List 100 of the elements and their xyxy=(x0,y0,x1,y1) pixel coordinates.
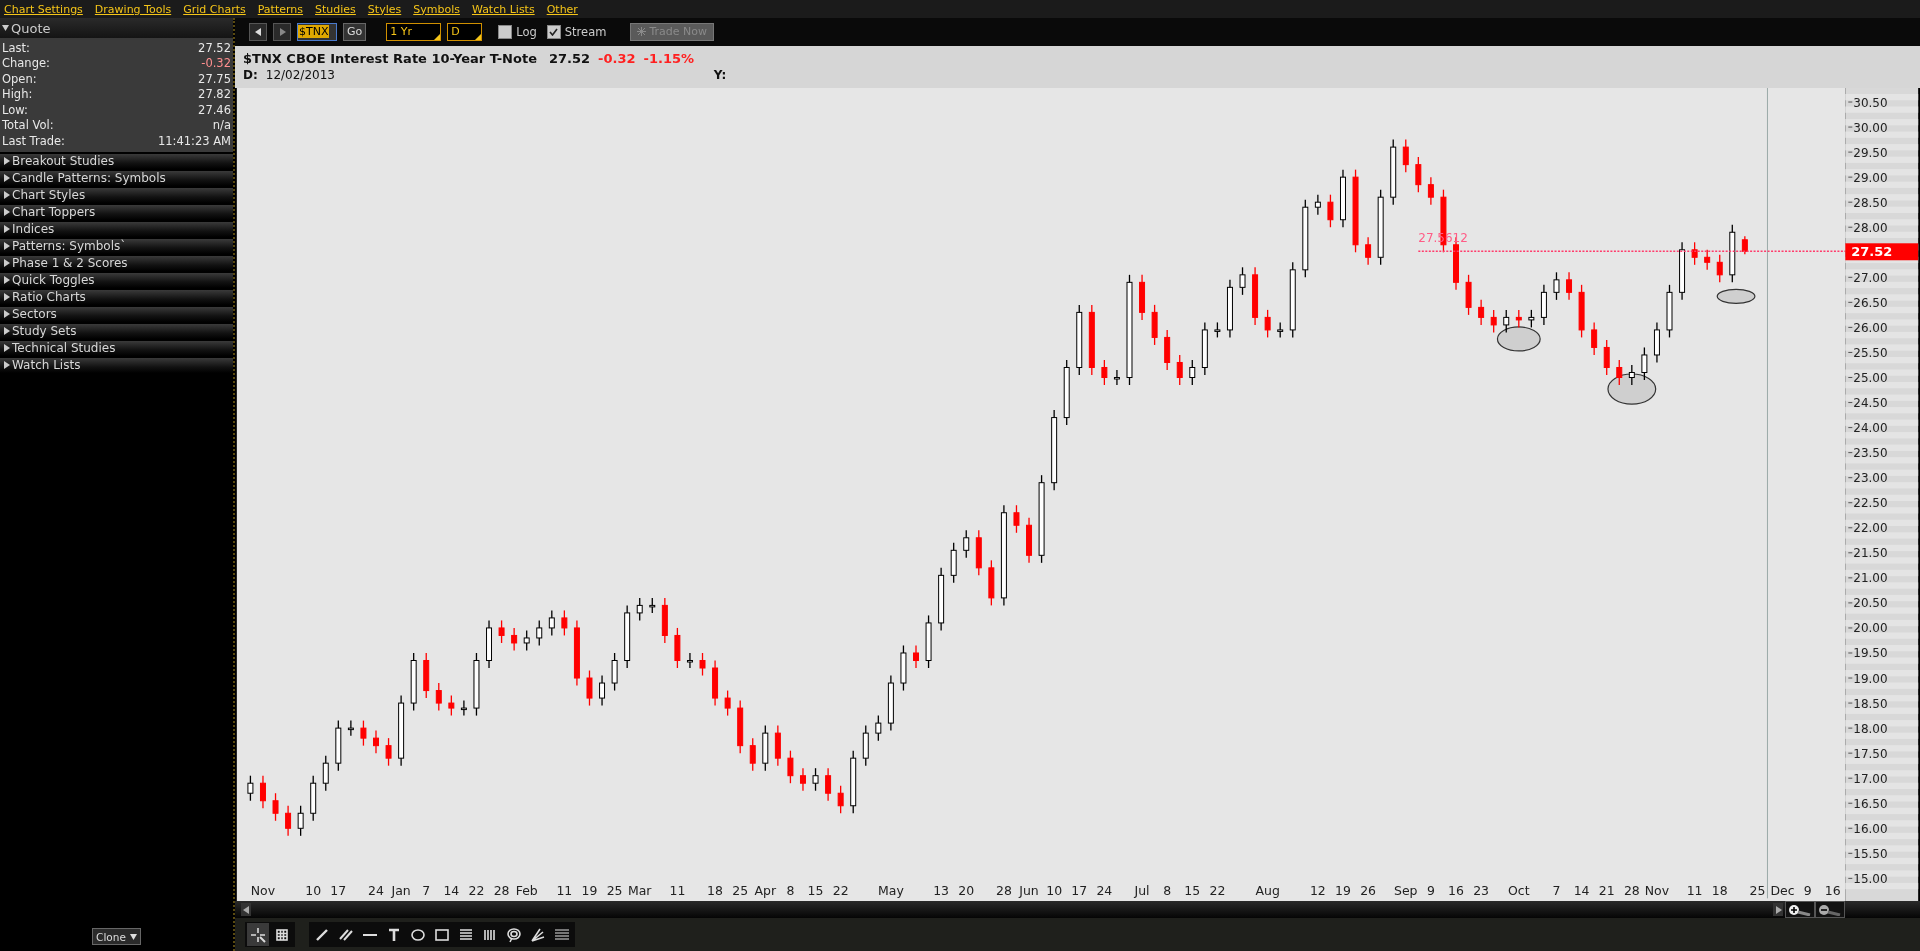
candlestick xyxy=(1226,279,1233,338)
zoom-in-button[interactable] xyxy=(1785,901,1815,919)
zoom-out-icon xyxy=(1818,903,1842,916)
checkbox-label: Stream xyxy=(564,24,607,39)
back-button[interactable] xyxy=(249,22,267,41)
candlestick xyxy=(599,674,606,707)
zoom-in-icon xyxy=(1788,903,1812,916)
sidebar-section[interactable]: Candle Patterns: Symbols xyxy=(0,170,233,186)
y-axis-label: 25.00 xyxy=(1853,370,1888,385)
disclosure-triangle-icon xyxy=(3,293,10,301)
quote-value: 27.46 xyxy=(198,102,231,117)
candlestick xyxy=(247,774,254,802)
price-tag: 27.52 xyxy=(1845,243,1919,261)
quote-panel-header[interactable]: Quote xyxy=(0,18,233,38)
x-axis-label: 24 xyxy=(1096,883,1113,899)
candlestick xyxy=(1616,359,1623,386)
candlestick xyxy=(1503,309,1510,333)
quote-value: -0.32 xyxy=(201,56,231,71)
interval-dropdown[interactable]: D xyxy=(447,22,483,41)
date-value: 12/02/2013 xyxy=(265,68,336,83)
candlestick xyxy=(1314,193,1321,216)
x-axis-label: 20 xyxy=(958,883,975,899)
x-axis-label: 25 xyxy=(1749,883,1766,899)
candlestick xyxy=(699,652,706,676)
forward-button[interactable] xyxy=(273,22,291,41)
tool-button[interactable] xyxy=(247,923,269,946)
x-axis-label: May xyxy=(878,883,904,899)
candlestick xyxy=(1716,254,1723,283)
x-axis-label: 13 xyxy=(933,883,950,899)
candlestick xyxy=(1653,321,1660,363)
stream-checkbox[interactable] xyxy=(546,24,561,39)
y-axis-label: 22.50 xyxy=(1853,496,1888,511)
sidebar-section[interactable]: Chart Toppers xyxy=(0,204,233,220)
right-triangle-icon xyxy=(278,27,286,36)
menu-item[interactable]: Chart Settings xyxy=(4,2,83,16)
y-axis-label: 18.50 xyxy=(1853,696,1888,711)
candlestick xyxy=(1013,504,1020,534)
candlestick xyxy=(473,652,480,717)
candlestick xyxy=(536,619,543,646)
y-axis-label: 18.00 xyxy=(1853,721,1888,736)
go-button[interactable]: Go xyxy=(343,22,367,41)
candlestick xyxy=(260,774,266,809)
candlestick xyxy=(335,719,342,772)
candlestick xyxy=(1164,329,1171,371)
period-dropdown[interactable]: 1 Yr xyxy=(386,22,442,41)
candlestick xyxy=(1076,304,1083,376)
x-axis-label: Feb xyxy=(515,883,538,899)
sidebar-section[interactable]: Technical Studies xyxy=(0,340,233,356)
x-axis-label: 17 xyxy=(330,883,347,899)
disclosure-triangle-icon xyxy=(3,208,10,216)
candlestick xyxy=(749,737,756,772)
menu-item[interactable]: Drawing Tools xyxy=(94,2,172,16)
scroll-right-icon xyxy=(1774,905,1782,914)
x-axis-label: 21 xyxy=(1598,883,1615,899)
sidebar-section[interactable]: Phase 1 & 2 Scores xyxy=(0,255,233,271)
candlestick xyxy=(285,804,292,837)
menu-item[interactable]: Styles xyxy=(367,2,402,16)
x-axis-label: 16 xyxy=(1824,883,1841,899)
y-axis-label: 16.50 xyxy=(1853,796,1888,811)
sidebar-section[interactable]: Watch Lists xyxy=(0,357,233,373)
checkmark-icon xyxy=(549,27,559,36)
quote-label: Open: xyxy=(2,71,37,86)
menu-item[interactable]: Other xyxy=(546,2,578,16)
y-axis-label: 28.50 xyxy=(1853,195,1888,210)
candlestick xyxy=(586,669,593,707)
sidebar-section[interactable]: Quick Toggles xyxy=(0,272,233,288)
chart-title: $TNX CBOE Interest Rate 10-Year T-Note xyxy=(243,51,537,67)
sidebar-section[interactable]: Patterns: Symbols` xyxy=(0,238,233,254)
sidebar-section[interactable]: Sectors xyxy=(0,306,233,322)
menu-item[interactable]: Patterns xyxy=(257,2,304,16)
quote-value: 27.52 xyxy=(198,40,231,55)
candlestick xyxy=(800,767,806,792)
quote-label: Last: xyxy=(2,40,30,55)
candlestick xyxy=(1201,321,1208,376)
x-axis-label: 23 xyxy=(1473,883,1490,899)
candlestick xyxy=(862,724,869,767)
menu-item[interactable]: Watch Lists xyxy=(471,2,535,16)
x-axis-label: 15 xyxy=(807,883,824,899)
sidebar-section[interactable]: Ratio Charts xyxy=(0,289,233,305)
left-triangle-icon xyxy=(254,27,262,36)
sidebar-section[interactable]: Chart Styles xyxy=(0,187,233,203)
horizontal-scrollbar[interactable] xyxy=(235,901,1920,919)
candlestick xyxy=(548,609,555,636)
log-checkbox[interactable] xyxy=(498,24,513,39)
sidebar-section[interactable]: Study Sets xyxy=(0,323,233,339)
x-axis-label: 18 xyxy=(1711,883,1728,899)
sidebar-section[interactable]: Breakout Studies xyxy=(0,153,233,169)
candlestick xyxy=(1603,339,1610,376)
symbol-field[interactable]: $TNX xyxy=(297,22,337,41)
candlestick xyxy=(410,652,417,712)
menu-item[interactable]: Grid Charts xyxy=(183,2,246,16)
x-axis-label: Nov xyxy=(1644,883,1670,899)
menu-item[interactable]: Studies xyxy=(315,2,356,16)
vertical-lines-icon xyxy=(484,928,495,941)
clone-button[interactable]: Clone xyxy=(92,928,141,945)
menu-item[interactable]: Symbols xyxy=(413,2,460,16)
scroll-left-icon xyxy=(242,905,250,914)
zoom-out-button[interactable] xyxy=(1815,901,1845,919)
sidebar-section[interactable]: Indices xyxy=(0,221,233,237)
candlestick xyxy=(913,644,919,669)
